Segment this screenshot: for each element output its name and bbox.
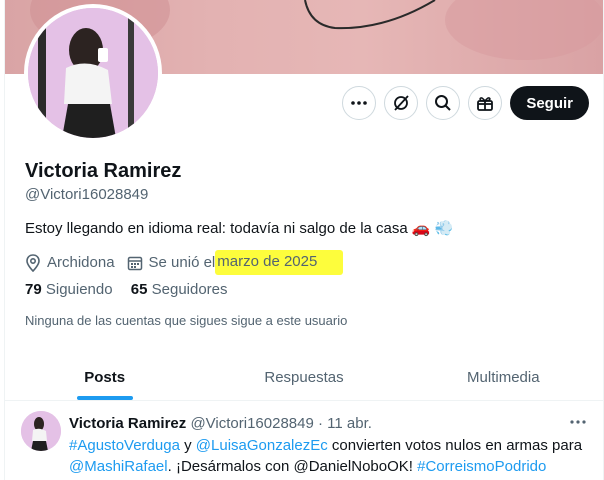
followers-label: Seguidores <box>151 281 228 298</box>
profile-avatar-frame[interactable] <box>24 4 162 142</box>
grok-button[interactable] <box>384 86 419 120</box>
tweet-header: Victoria Ramirez @Victori16028849 · 11 a… <box>69 415 372 432</box>
tweet-avatar[interactable] <box>21 411 61 451</box>
search-icon <box>435 95 452 111</box>
tab-replies-label: Respuestas <box>264 368 344 386</box>
tweet-author[interactable]: Victoria Ramirez <box>69 415 186 432</box>
bio-emoji: 🚗 💨 <box>411 220 454 237</box>
hashtag-link[interactable]: #CorreismoPodrido <box>417 458 546 475</box>
tweet-more-button[interactable] <box>569 413 587 436</box>
tab-media-label: Multimedia <box>467 368 540 386</box>
followers-link[interactable]: 65 Seguidores <box>131 281 228 298</box>
tweet-text: #AgustoVerduga y @LuisaGonzalezEc convie… <box>69 435 589 477</box>
grok-icon <box>394 95 409 111</box>
profile-handle: @Victori16028849 <box>25 186 149 203</box>
location-label: Archidona <box>47 254 115 271</box>
tweet-text-part: convierten votos nulos en armas para <box>327 437 583 454</box>
more-icon <box>351 101 368 105</box>
tab-replies[interactable]: Respuestas <box>204 354 403 400</box>
profile-bio: Estoy llegando en idioma real: todavía n… <box>25 219 453 237</box>
gift-button[interactable] <box>468 86 503 120</box>
followers-count: 65 <box>130 281 148 298</box>
following-label: Siguiendo <box>45 281 113 298</box>
following-link[interactable]: 79 Siguiendo <box>25 281 113 298</box>
avatar[interactable] <box>28 8 158 138</box>
tweet-avatar-photo-icon <box>21 411 61 451</box>
profile-name: Victoria Ramirez <box>25 160 182 182</box>
bio-text: Estoy llegando en idioma real: todavía n… <box>25 220 408 237</box>
following-count: 79 <box>25 281 42 298</box>
mention-link[interactable]: @LuisaGonzalezEc <box>196 437 328 454</box>
profile-tabs: Posts Respuestas Multimedia <box>5 354 603 401</box>
profile-actions: Seguir <box>342 86 589 120</box>
follow-counts: 79 Siguiendo 65 Seguidores <box>25 281 242 298</box>
follow-button[interactable]: Seguir <box>510 86 589 120</box>
profile-meta: Archidona Se unió el marzo de 2025 <box>25 250 355 275</box>
mention-link[interactable]: @MashiRafael <box>69 458 168 475</box>
joined-prefix: Se unió el <box>148 254 216 271</box>
hashtag-link[interactable]: #AgustoVerduga <box>69 437 180 454</box>
location-pin-icon <box>26 253 40 272</box>
no-follow-note: Ninguna de las cuentas que sigues sigue … <box>25 313 348 328</box>
gift-icon <box>477 97 494 111</box>
tab-media[interactable]: Multimedia <box>404 354 603 400</box>
active-tab-indicator <box>76 396 133 400</box>
search-button[interactable] <box>426 86 461 120</box>
tab-posts[interactable]: Posts <box>5 354 204 400</box>
tweet-handle[interactable]: @Victori16028849 <box>190 415 313 432</box>
joined-date: marzo de 2025 <box>215 250 344 275</box>
location-item: Archidona <box>25 253 115 272</box>
more-button[interactable] <box>342 86 377 120</box>
tab-posts-label: Posts <box>84 368 126 386</box>
calendar-icon <box>127 256 142 270</box>
more-icon <box>570 420 586 424</box>
tweet-card[interactable]: Victoria Ramirez @Victori16028849 · 11 a… <box>5 401 603 480</box>
tweet-text-part: y <box>179 437 196 454</box>
tweet-date[interactable]: · 11 abr. <box>318 415 372 432</box>
joined-item: Se unió el marzo de 2025 <box>127 250 344 275</box>
tweet-text-part: . ¡Desármalos con @DanielNoboOK! <box>167 458 418 475</box>
avatar-photo-icon <box>28 8 158 138</box>
profile-page: Seguir Victoria Ramirez @Victori16028849… <box>4 0 604 480</box>
